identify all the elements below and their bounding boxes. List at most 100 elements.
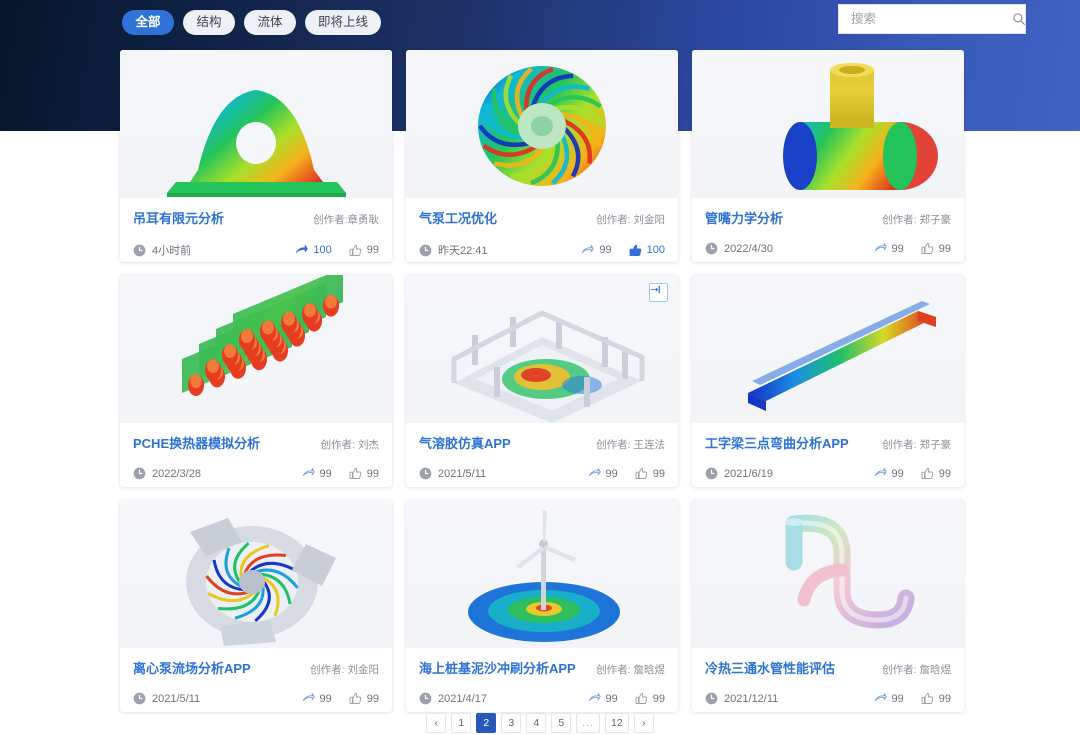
share-stat[interactable]: 100 <box>295 244 332 257</box>
like-count: 99 <box>366 244 379 256</box>
card-title[interactable]: 海上桩基泥沙冲刷分析APP <box>419 658 576 677</box>
card-title[interactable]: 冷热三通水管性能评估 <box>705 658 835 677</box>
like-count: 99 <box>938 242 951 255</box>
filter-chip-0[interactable]: 全部 <box>122 10 174 35</box>
like-count: 99 <box>652 467 665 480</box>
card-stats: 99 99 <box>588 467 665 480</box>
card-author: 创作者: 刘杰 <box>320 439 379 451</box>
pagination-page-4[interactable]: 4 <box>526 713 547 733</box>
pagination-page-12[interactable]: 12 <box>605 713 629 733</box>
share-stat[interactable]: 99 <box>581 244 612 257</box>
share-count: 99 <box>319 692 332 705</box>
share-count: 99 <box>599 244 612 256</box>
like-count: 99 <box>938 692 951 705</box>
app-card[interactable]: 离心泵流场分析APP 创作者: 刘金阳 2021/5/11 99 99 <box>120 500 392 712</box>
card-date-group: 2021/5/11 <box>133 692 200 705</box>
clock-icon <box>705 692 718 705</box>
filter-chip-1[interactable]: 结构 <box>183 10 235 35</box>
like-stat[interactable]: 99 <box>921 467 951 480</box>
share-stat[interactable]: 99 <box>874 692 904 705</box>
card-stats: 99 99 <box>302 467 379 480</box>
card-author: 创作者: 詹晗煜 <box>882 664 951 676</box>
app-card[interactable]: PCHE换热器模拟分析 创作者: 刘杰 2022/3/28 99 99 <box>120 275 392 487</box>
card-author: 创作者:章勇耿 <box>313 214 379 226</box>
card-author: 创作者: 郑子豪 <box>882 214 951 226</box>
like-stat[interactable]: 99 <box>349 467 379 480</box>
share-count: 99 <box>605 692 618 705</box>
pagination-next[interactable]: › <box>633 713 654 733</box>
search-icon[interactable] <box>1012 12 1026 26</box>
card-title[interactable]: 气泵工况优化 <box>419 208 497 227</box>
clock-icon <box>705 467 718 480</box>
card-thumbnail <box>120 50 392 198</box>
like-stat[interactable]: 99 <box>635 692 665 705</box>
card-meta-top: 冷热三通水管性能评估 创作者: 詹晗煜 <box>705 658 951 677</box>
share-stat[interactable]: 99 <box>588 467 618 480</box>
filter-chip-3[interactable]: 即将上线 <box>305 10 382 35</box>
thumbs-up-icon <box>635 692 648 705</box>
open-app-button[interactable] <box>649 283 668 302</box>
card-author: 创作者: 郑子豪 <box>882 439 951 451</box>
card-date-group: 2021/4/17 <box>419 692 487 705</box>
app-card[interactable]: 气溶胶仿真APP 创作者: 王连法 2021/5/11 99 99 <box>406 275 678 487</box>
search-box[interactable] <box>838 4 1026 34</box>
clock-icon <box>133 692 146 705</box>
share-icon <box>588 692 601 705</box>
app-card[interactable]: 气泵工况优化 创作者: 刘金阳 昨天22:41 99 100 <box>406 50 678 262</box>
card-stats: 99 100 <box>581 244 665 257</box>
card-meta: 气泵工况优化 创作者: 刘金阳 昨天22:41 99 100 <box>406 198 678 258</box>
like-stat[interactable]: 99 <box>921 242 951 255</box>
card-date-group: 2021/6/19 <box>705 467 773 480</box>
app-card[interactable]: 海上桩基泥沙冲刷分析APP 创作者: 詹晗煜 2021/4/17 99 99 <box>406 500 678 712</box>
share-stat[interactable]: 99 <box>588 692 618 705</box>
card-title[interactable]: 吊耳有限元分析 <box>133 208 224 227</box>
search-input[interactable] <box>851 12 1012 26</box>
clock-icon <box>133 244 146 257</box>
like-stat[interactable]: 99 <box>921 692 951 705</box>
share-icon <box>581 244 595 257</box>
like-stat[interactable]: 99 <box>349 692 379 705</box>
card-date-group: 4小时前 <box>133 242 191 258</box>
share-stat[interactable]: 99 <box>874 467 904 480</box>
card-title[interactable]: 气溶胶仿真APP <box>419 433 511 452</box>
like-stat[interactable]: 99 <box>349 244 379 257</box>
app-card[interactable]: 冷热三通水管性能评估 创作者: 詹晗煜 2021/12/11 99 99 <box>692 500 964 712</box>
card-meta-bottom: 昨天22:41 99 100 <box>419 242 665 258</box>
like-stat[interactable]: 99 <box>635 467 665 480</box>
card-title[interactable]: PCHE换热器模拟分析 <box>133 433 260 452</box>
card-author: 创作者: 刘金阳 <box>310 664 379 676</box>
card-meta-bottom: 2022/4/30 99 99 <box>705 242 951 255</box>
app-card[interactable]: 工字梁三点弯曲分析APP 创作者: 郑子豪 2021/6/19 99 99 <box>692 275 964 487</box>
card-meta: 工字梁三点弯曲分析APP 创作者: 郑子豪 2021/6/19 99 99 <box>692 423 964 480</box>
thumbs-up-icon <box>921 242 934 255</box>
pagination-page-5[interactable]: 5 <box>551 713 572 733</box>
share-icon <box>874 467 887 480</box>
card-meta: 管嘴力学分析 创作者: 郑子豪 2022/4/30 99 99 <box>692 198 964 255</box>
card-title[interactable]: 管嘴力学分析 <box>705 208 783 227</box>
card-title[interactable]: 工字梁三点弯曲分析APP <box>705 433 849 452</box>
share-icon <box>302 692 315 705</box>
card-date: 2022/3/28 <box>152 467 201 480</box>
card-meta: 离心泵流场分析APP 创作者: 刘金阳 2021/5/11 99 99 <box>120 648 392 705</box>
pagination-ellipsis[interactable]: ... <box>576 713 601 733</box>
thumbs-up-icon <box>349 244 362 257</box>
card-meta-bottom: 4小时前 100 99 <box>133 242 379 258</box>
share-stat[interactable]: 99 <box>874 242 904 255</box>
card-title[interactable]: 离心泵流场分析APP <box>133 658 251 677</box>
app-card[interactable]: 吊耳有限元分析 创作者:章勇耿 4小时前 100 99 <box>120 50 392 262</box>
pagination-prev[interactable]: ‹ <box>426 713 447 733</box>
share-stat[interactable]: 99 <box>302 467 332 480</box>
card-date-group: 2021/5/11 <box>419 467 486 480</box>
like-stat[interactable]: 100 <box>629 244 665 257</box>
pagination-page-1[interactable]: 1 <box>451 713 472 733</box>
card-stats: 99 99 <box>874 692 951 705</box>
card-stats: 100 99 <box>295 244 379 257</box>
app-card[interactable]: 管嘴力学分析 创作者: 郑子豪 2022/4/30 99 99 <box>692 50 964 262</box>
card-date: 2021/5/11 <box>438 467 487 480</box>
card-meta-bottom: 2021/5/11 99 99 <box>133 692 379 705</box>
pagination-page-2[interactable]: 2 <box>476 713 497 733</box>
share-stat[interactable]: 99 <box>302 692 332 705</box>
share-icon <box>874 692 887 705</box>
filter-chip-2[interactable]: 流体 <box>244 10 296 35</box>
pagination-page-3[interactable]: 3 <box>501 713 522 733</box>
